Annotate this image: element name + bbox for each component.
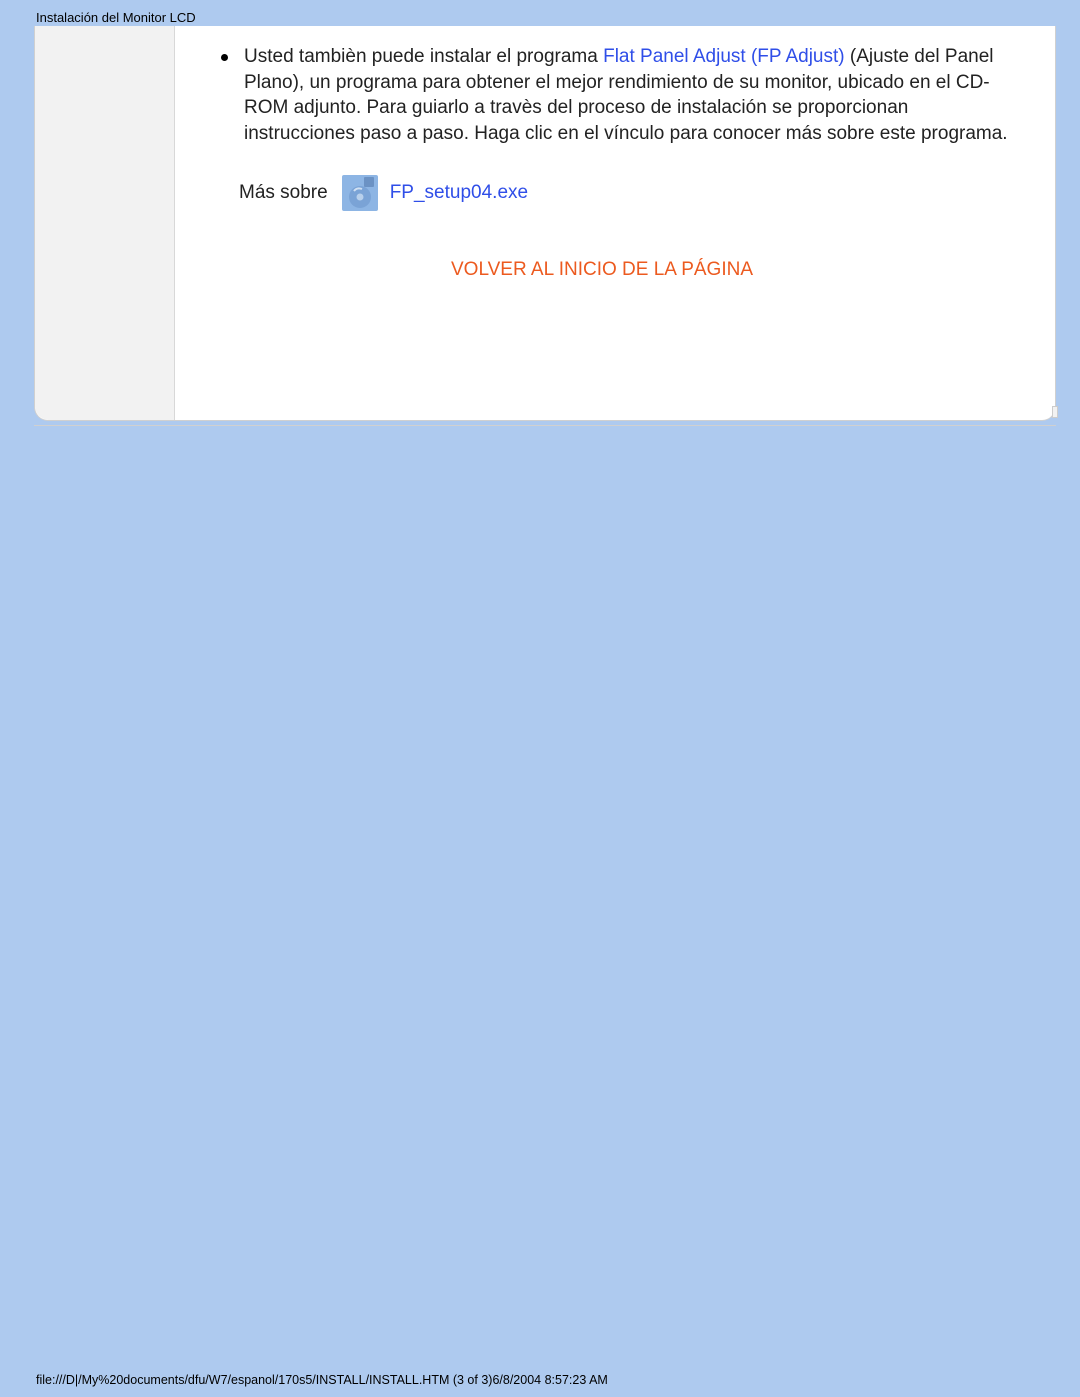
more-about-label: Más sobre	[239, 180, 328, 206]
bullet-icon	[221, 54, 228, 61]
divider-line	[34, 425, 1056, 426]
footer-path: file:///D|/My%20documents/dfu/W7/espanol…	[36, 1373, 608, 1387]
content-panel: Usted tambièn puede instalar el programa…	[34, 26, 1056, 421]
page-header-title: Instalación del Monitor LCD	[36, 10, 196, 25]
disc-icon	[342, 175, 378, 211]
body-text: Usted tambièn puede instalar el programa…	[244, 44, 1015, 147]
fp-setup-file-link[interactable]: FP_setup04.exe	[390, 180, 528, 206]
fp-adjust-link[interactable]: Flat Panel Adjust (FP Adjust)	[603, 46, 845, 67]
side-marker	[1052, 406, 1058, 418]
back-to-top-link[interactable]: VOLVER AL INICIO DE LA PÁGINA	[189, 257, 1015, 283]
main-content: Usted tambièn puede instalar el programa…	[175, 26, 1055, 420]
sidebar	[35, 26, 175, 420]
paragraph-prefix: Usted tambièn puede instalar el programa	[244, 46, 603, 67]
bullet-item: Usted tambièn puede instalar el programa…	[189, 44, 1015, 147]
more-about-row: Más sobre FP_setup04.exe	[239, 175, 1015, 211]
